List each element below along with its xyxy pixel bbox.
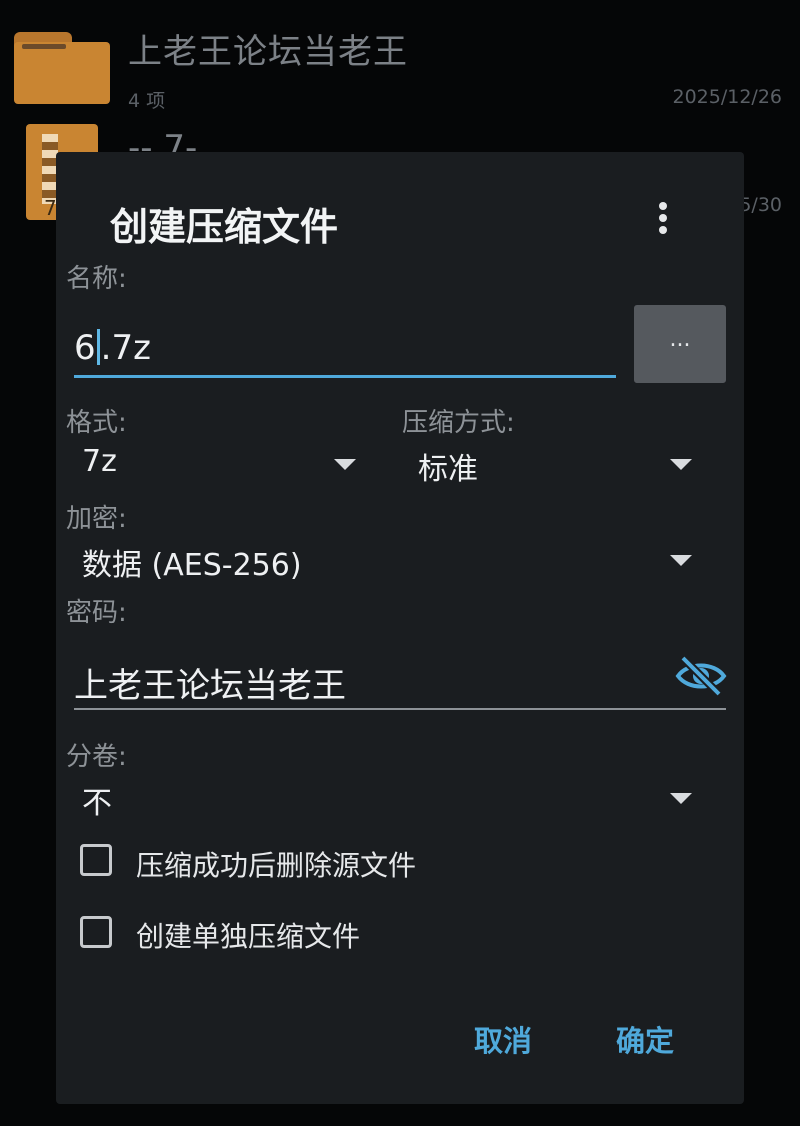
dialog-title: 创建压缩文件 [110,205,339,249]
separate-archive-label: 创建单独压缩文件 [136,920,361,953]
browse-path-button[interactable]: ... [634,305,726,383]
delete-source-checkbox[interactable] [80,844,112,876]
separate-archive-checkbox[interactable] [80,916,112,948]
chevron-down-icon [334,459,356,470]
text-cursor [96,329,100,365]
compression-label: 压缩方式: [402,408,515,438]
ok-button[interactable]: 确定 [616,1018,674,1060]
split-value: 不 [82,786,112,821]
file-item-count: 4 项 [128,90,166,112]
eye-off-icon[interactable] [674,654,728,698]
encryption-label: 加密: [66,504,127,534]
name-input-underline [74,375,616,378]
chevron-down-icon [670,555,692,566]
encryption-value: 数据 (AES-256) [82,548,302,583]
chevron-down-icon [670,793,692,804]
file-name: 上老王论坛当老王 [128,32,408,72]
split-label: 分卷: [66,742,127,772]
format-label: 格式: [66,408,127,438]
folder-icon [14,24,110,104]
format-value: 7z [82,444,117,479]
file-date: 2025/12/26 [672,86,782,108]
name-label: 名称: [66,264,127,294]
password-label: 密码: [66,598,127,628]
cancel-button[interactable]: 取消 [474,1018,532,1060]
more-vert-icon[interactable] [648,196,678,240]
compression-value: 标准 [418,452,478,487]
create-archive-dialog: 创建压缩文件 名称: 6.7z ... 格式: 压缩方式: 7z 标准 加密: … [56,152,744,1104]
delete-source-label: 压缩成功后删除源文件 [136,849,417,882]
password-input[interactable]: 上老王论坛当老王 [74,658,346,707]
file-date: 5/30 [739,194,782,216]
password-input-underline [74,708,726,710]
chevron-down-icon [670,459,692,470]
archive-name-input[interactable]: 6.7z [74,328,614,372]
